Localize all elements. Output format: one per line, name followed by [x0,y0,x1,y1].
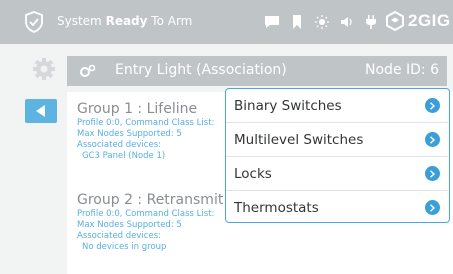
brand-name: 2GIG [408,11,451,30]
menu-item-locks[interactable]: Locks [226,157,448,190]
brand-logo-icon [386,11,404,31]
group-associated-label: Associated devices: [77,231,161,241]
group-max-nodes: Max Nodes Supported: 5 [77,220,182,230]
device-gears-icon [80,64,96,77]
chevron-right-icon [425,200,440,215]
menu-item-label: Binary Switches [234,97,342,114]
page-title: Entry Light (Association) [115,62,287,78]
group-item[interactable]: Group 2 : Retransmit Profile 0:0, Comman… [77,191,223,253]
node-id-label: Node ID: 6 [365,62,439,78]
menu-item-thermostats[interactable]: Thermostats [226,191,448,222]
group-max-nodes: Max Nodes Supported: 5 [77,129,182,139]
group-devices: No devices in group [82,242,167,252]
bookmark-icon[interactable] [292,15,302,29]
menu-item-label: Locks [234,165,272,182]
menu-item-binary-switches[interactable]: Binary Switches [226,89,448,122]
shield-icon[interactable] [24,11,44,33]
menu-item-multilevel-switches[interactable]: Multilevel Switches [226,123,448,156]
status-prefix: System [57,14,102,28]
status-bar: System Ready To Arm 2GIG [0,0,453,44]
volume-icon[interactable] [340,15,354,29]
gear-icon[interactable] [32,57,56,81]
menu-item-label: Multilevel Switches [234,131,364,148]
brightness-icon[interactable] [315,15,329,29]
group-profile: Profile 0:0, Command Class List: [77,118,215,128]
chat-icon[interactable] [264,15,280,29]
arm-status-text: System Ready To Arm [57,14,192,28]
group-profile: Profile 0:0, Command Class List: [77,209,215,219]
chevron-right-icon [425,98,440,113]
power-plug-icon[interactable] [365,15,377,29]
group-associated-label: Associated devices: [77,140,161,150]
back-arrow-icon [36,105,45,117]
chevron-right-icon [425,166,440,181]
device-type-menu: Binary Switches Multilevel Switches Lock… [225,88,450,223]
status-ready: Ready [105,14,148,28]
group-title: Group 2 : Retransmit [77,192,224,208]
group-item[interactable]: Group 1 : Lifeline Profile 0:0, Command … [77,100,214,162]
group-title: Group 1 : Lifeline [77,101,198,117]
device-title-bar: Entry Light (Association) Node ID: 6 [67,56,447,86]
chevron-right-icon [425,132,440,147]
group-devices: GC3 Panel (Node 1) [82,151,166,161]
back-button[interactable] [25,99,57,123]
brand-logo: 2GIG [385,11,451,31]
status-suffix: To Arm [151,14,193,28]
menu-item-label: Thermostats [234,199,319,216]
